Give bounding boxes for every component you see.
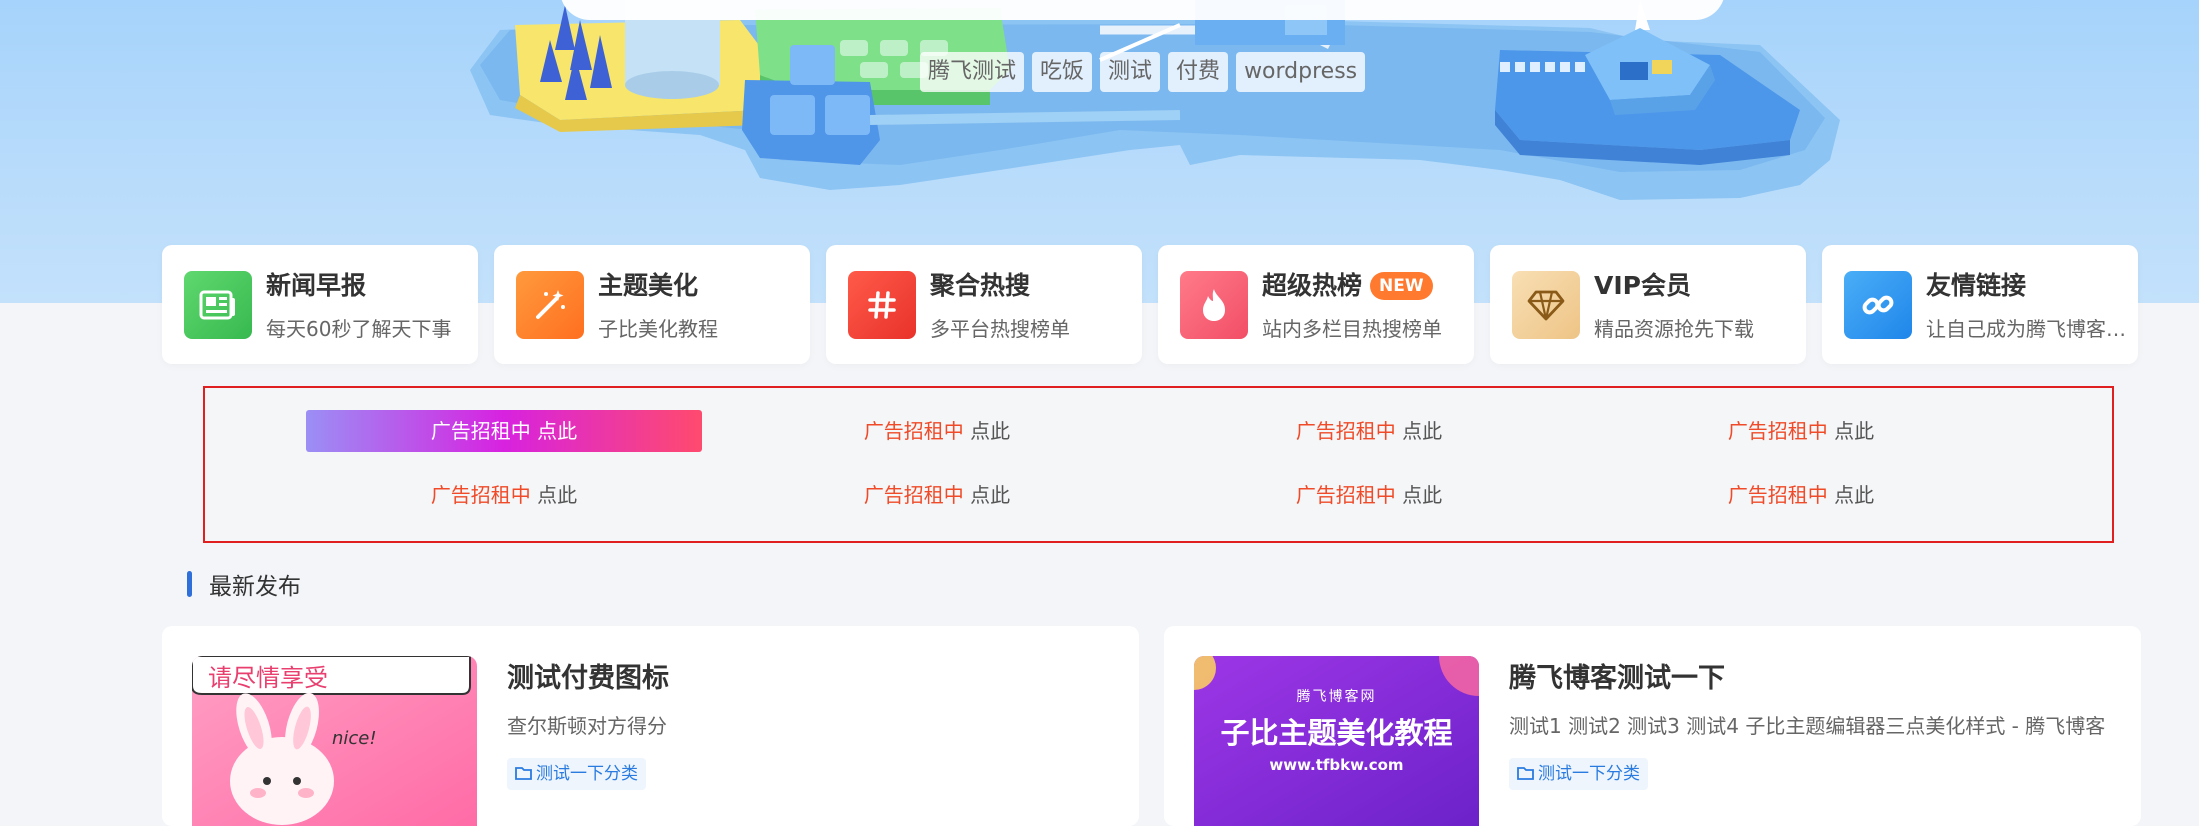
post-title[interactable]: 测试付费图标	[507, 656, 669, 695]
ad-slot-red-text: 广告招租中	[1727, 483, 1828, 507]
thumbnail-site-name: 腾飞博客网	[1296, 689, 1377, 705]
quick-links-row: 新闻早报 每天60秒了解天下事 主题美化 子比美化教程 聚合热搜 多平台热搜榜单…	[162, 245, 2138, 364]
hot-tag[interactable]: 测试	[1100, 52, 1161, 92]
newspaper-icon	[184, 271, 252, 339]
quick-link-title: 超级热榜 NEW	[1262, 269, 1462, 303]
latest-section-header: 最新发布	[187, 567, 301, 601]
quick-link-subtitle: 每天60秒了解天下事	[266, 317, 452, 341]
post-thumbnail[interactable]: 腾飞博客网 子比主题美化教程 www.tfbkw.com	[1194, 656, 1479, 826]
thumbnail-tag: nice!	[332, 728, 377, 749]
ad-slot-red-text: 广告招租中	[863, 419, 964, 443]
search-bar[interactable]	[560, 0, 1725, 20]
ad-slot-red-text: 广告招租中	[1295, 419, 1396, 443]
thumbnail-headline: 子比主题美化教程	[1220, 716, 1453, 750]
post-category-tag[interactable]: 测试一下分类	[1509, 758, 1648, 790]
quick-link-title-text: 超级热榜	[1262, 271, 1363, 300]
quick-link-friends[interactable]: 友情链接 让自己成为腾飞博客的一员	[1822, 245, 2138, 364]
thumbnail-url: www.tfbkw.com	[1269, 756, 1404, 774]
ad-slot[interactable]: 广告招租中 点此	[1171, 410, 1567, 452]
post-category-label: 测试一下分类	[1538, 764, 1640, 784]
ad-slot-red-text: 广告招租中	[430, 419, 531, 443]
quick-link-super-hot[interactable]: 超级热榜 NEW 站内多栏目热搜榜单	[1158, 245, 1474, 364]
hot-tag[interactable]: 吃饭	[1032, 52, 1093, 92]
hot-tag[interactable]: 付费	[1168, 52, 1229, 92]
diamond-icon	[1512, 271, 1580, 339]
ad-slot-red-text: 广告招租中	[1295, 483, 1396, 507]
link-icon	[1844, 271, 1912, 339]
ad-slot[interactable]: 广告招租中 点此	[739, 474, 1135, 516]
ad-slot[interactable]: 广告招租中 点此	[739, 410, 1135, 452]
quick-link-vip[interactable]: VIP会员 精品资源抢先下载	[1490, 245, 1806, 364]
post-category-label: 测试一下分类	[536, 764, 638, 784]
folder-icon	[515, 767, 532, 780]
hot-tag[interactable]: wordpress	[1236, 52, 1366, 92]
quick-link-title: 主题美化	[598, 271, 699, 300]
hot-search-tags: 腾飞测试 吃饭 测试 付费 wordpress	[920, 52, 1366, 92]
folder-icon	[1517, 767, 1534, 780]
magic-wand-icon	[516, 271, 584, 339]
fire-icon	[1180, 271, 1248, 339]
ad-rental-box: 广告招租中 点此 广告招租中 点此 广告招租中 点此 广告招租中 点此 广告招租…	[203, 386, 2114, 543]
ad-slot-dark-text: 点此	[1827, 419, 1875, 443]
hot-tag[interactable]: 腾飞测试	[920, 52, 1025, 92]
ad-slot-dark-text: 点此	[1827, 483, 1875, 507]
post-excerpt: 查尔斯顿对方得分	[507, 714, 667, 738]
ad-slot-red-text: 广告招租中	[430, 483, 531, 507]
post-card[interactable]: 请尽情享受 nice! 测试付费图标 查尔斯顿对方得分 测试一下分类	[162, 626, 1139, 826]
quick-link-title: 聚合热搜	[930, 271, 1031, 300]
post-thumbnail[interactable]: 请尽情享受 nice!	[192, 656, 477, 826]
quick-link-subtitle: 子比美化教程	[598, 317, 718, 341]
ad-slot-dark-text: 点此	[963, 419, 1011, 443]
post-excerpt: 测试1 测试2 测试3 测试4 子比主题编辑器三点美化样式 - 腾飞博客	[1509, 714, 2106, 738]
quick-link-subtitle: 站内多栏目热搜榜单	[1262, 317, 1442, 341]
quick-link-subtitle: 让自己成为腾飞博客的一员	[1926, 317, 2126, 341]
ad-slot-red-text: 广告招租中	[863, 483, 964, 507]
quick-link-title: 新闻早报	[266, 271, 367, 300]
ad-slot-dark-text: 点此	[963, 483, 1011, 507]
quick-link-subtitle: 多平台热搜榜单	[930, 317, 1070, 341]
quick-link-subtitle: 精品资源抢先下载	[1594, 317, 1754, 341]
ad-slot[interactable]: 广告招租中 点此	[1603, 474, 1999, 516]
new-badge: NEW	[1370, 272, 1433, 300]
ad-slot-dark-text: 点此	[530, 483, 578, 507]
ad-slot[interactable]: 广告招租中 点此	[306, 474, 702, 516]
thumbnail-caption: 请尽情享受	[208, 664, 328, 692]
post-card[interactable]: 腾飞博客网 子比主题美化教程 www.tfbkw.com 腾飞博客测试一下 测试…	[1164, 626, 2141, 826]
ad-slot-dark-text: 点此	[1395, 419, 1443, 443]
hashtag-icon	[848, 271, 916, 339]
ad-slot-dark-text: 点此	[1395, 483, 1443, 507]
quick-link-theme[interactable]: 主题美化 子比美化教程	[494, 245, 810, 364]
ad-slot-red-text: 广告招租中	[1727, 419, 1828, 443]
section-title: 最新发布	[209, 574, 301, 600]
quick-link-hot-search[interactable]: 聚合热搜 多平台热搜榜单	[826, 245, 1142, 364]
quick-link-title: 友情链接	[1926, 271, 2027, 300]
quick-link-news[interactable]: 新闻早报 每天60秒了解天下事	[162, 245, 478, 364]
quick-link-title: VIP会员	[1594, 271, 1691, 300]
post-title[interactable]: 腾飞博客测试一下	[1509, 656, 1725, 695]
ad-slot[interactable]: 广告招租中 点此	[1171, 474, 1567, 516]
section-accent-bar	[187, 571, 192, 597]
ad-slot-dark-text: 点此	[530, 419, 578, 443]
ad-slot[interactable]: 广告招租中 点此	[306, 410, 702, 452]
post-category-tag[interactable]: 测试一下分类	[507, 758, 646, 790]
ad-slot[interactable]: 广告招租中 点此	[1603, 410, 1999, 452]
